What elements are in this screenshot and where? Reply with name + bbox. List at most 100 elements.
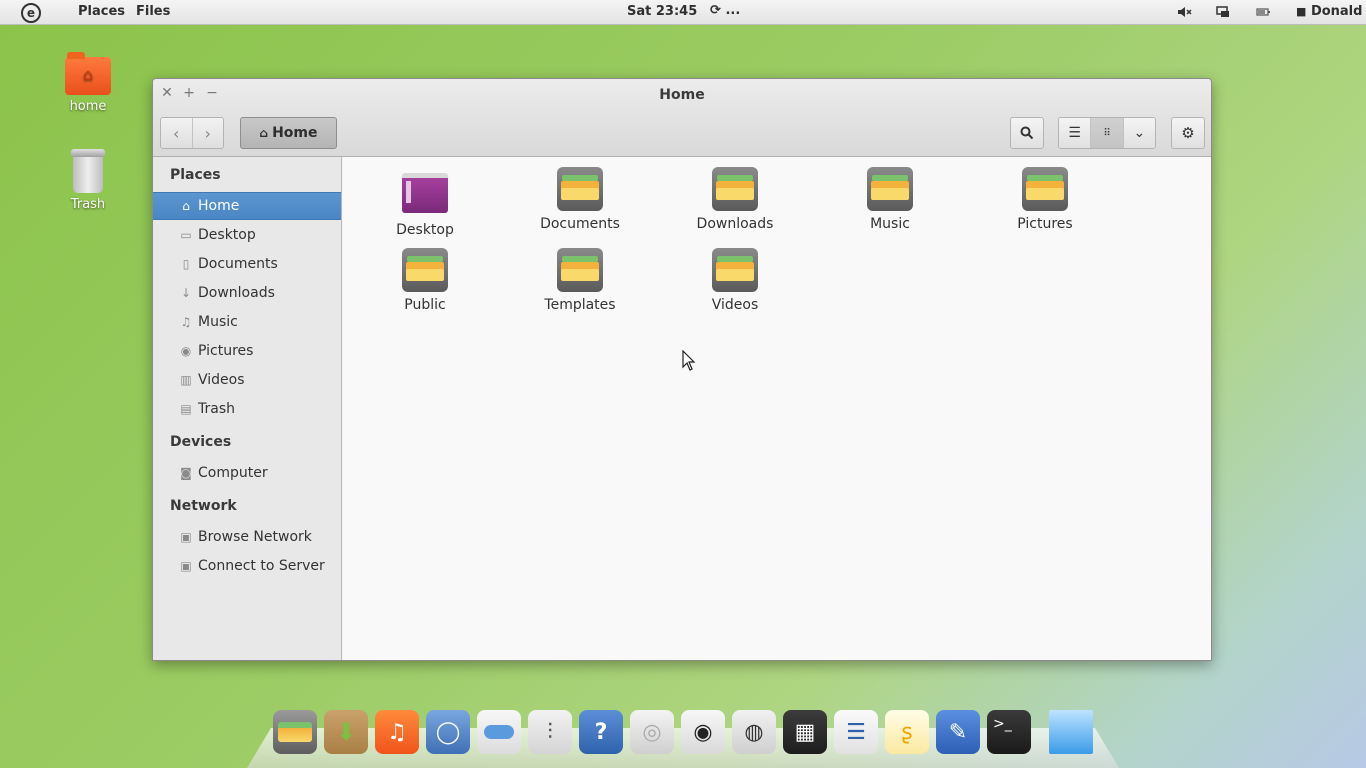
photos-app-icon[interactable]: ◍ xyxy=(732,710,776,754)
sidebar-item-label: Home xyxy=(198,198,240,214)
file-item-documents[interactable]: Documents xyxy=(515,167,645,232)
sidebar-header-network: Network xyxy=(170,498,237,514)
navigation-buttons: ‹ › xyxy=(160,117,224,149)
network-icon[interactable] xyxy=(1215,4,1231,20)
sidebar-header-places: Places xyxy=(170,167,221,183)
chevron-down-icon: ⌄ xyxy=(1133,125,1146,141)
film-icon: ▥ xyxy=(180,373,192,387)
help-icon[interactable]: ? xyxy=(579,710,623,754)
back-button[interactable]: ‹ xyxy=(161,118,193,148)
chevron-right-icon: › xyxy=(204,123,211,143)
music-app-icon[interactable]: ♫ xyxy=(375,710,419,754)
camera-app-icon[interactable]: ◉ xyxy=(681,710,725,754)
drive-icon: ◙ xyxy=(180,466,192,480)
battery-icon[interactable] xyxy=(1255,4,1271,20)
file-grid[interactable]: Desktop Documents Downloads Music Pictur… xyxy=(343,157,1211,660)
sidebar-item-music[interactable]: ♫ Music xyxy=(153,308,341,336)
sidebar-item-label: Connect to Server xyxy=(198,558,325,574)
search-button[interactable] xyxy=(1010,117,1044,149)
music-icon: ♫ xyxy=(180,315,192,329)
system-settings-icon[interactable]: ⫶ xyxy=(528,710,572,754)
video-app-icon[interactable]: ▦ xyxy=(783,710,827,754)
file-item-label: Music xyxy=(870,216,910,232)
path-label: Home xyxy=(272,125,318,141)
text-editor-icon[interactable]: ☰ xyxy=(834,710,878,754)
sidebar-item-trash[interactable]: ▤ Trash xyxy=(153,395,341,423)
file-item-label: Documents xyxy=(540,216,620,232)
user-menu[interactable]: ■ Donald xyxy=(1296,4,1362,19)
sidebar-item-label: Desktop xyxy=(198,227,256,243)
file-item-desktop[interactable]: Desktop xyxy=(360,173,490,238)
search-icon xyxy=(1020,126,1034,140)
list-view-button[interactable]: ☰ xyxy=(1059,118,1091,148)
view-options-button[interactable]: ⌄ xyxy=(1122,118,1155,148)
folder-icon xyxy=(1022,167,1068,211)
volume-muted-icon[interactable] xyxy=(1176,4,1192,20)
file-item-label: Videos xyxy=(711,297,759,313)
sidebar-item-pictures[interactable]: ◉ Pictures xyxy=(153,337,341,365)
sidebar-item-documents[interactable]: ▯ Documents xyxy=(153,250,341,278)
sidebar-item-videos[interactable]: ▥ Videos xyxy=(153,366,341,394)
sidebar-item-label: Downloads xyxy=(198,285,275,301)
sidebar-item-label: Videos xyxy=(198,372,245,388)
grid-view-button[interactable]: ⠿ xyxy=(1090,118,1123,148)
paint-app-icon[interactable]: ✎ xyxy=(936,710,980,754)
path-home-button[interactable]: ⌂ Home xyxy=(240,117,337,149)
workspace-switcher-icon[interactable] xyxy=(1049,710,1093,754)
desktop-item-label: Trash xyxy=(70,197,106,212)
browser-icon[interactable]: ◯ xyxy=(426,710,470,754)
file-item-public[interactable]: Public xyxy=(360,248,490,313)
home-icon: ⌂ xyxy=(182,199,190,213)
software-center-icon[interactable]: ⬇ xyxy=(324,710,368,754)
desktop-trash-item[interactable]: Trash xyxy=(53,149,123,212)
home-folder-icon: ⌂ xyxy=(65,52,111,95)
sidebar-item-home[interactable]: ⌂ Home xyxy=(153,192,341,220)
file-item-label: Downloads xyxy=(696,216,774,232)
disc-icon[interactable]: ◎ xyxy=(630,710,674,754)
desktop-icon: ▭ xyxy=(180,228,192,242)
desktop-folder-icon xyxy=(402,173,448,213)
sidebar: Places ⌂ Home ▭ Desktop ▯ Documents ↓ Downlo… xyxy=(153,157,342,660)
settings-button[interactable]: ⚙ xyxy=(1171,117,1205,149)
mouse-cursor-icon xyxy=(682,350,696,371)
trash-icon: ▤ xyxy=(180,402,192,416)
user-name: Donald xyxy=(1310,4,1363,19)
sidebar-item-computer[interactable]: ◙ Computer xyxy=(153,459,341,487)
refresh-icon: ⟳ xyxy=(710,3,721,18)
file-item-templates[interactable]: Templates xyxy=(515,248,645,313)
server-icon: ▣ xyxy=(180,559,192,573)
window-titlebar[interactable]: ✕ + − Home ‹ › ⌂ Home ☰ ⠿ ⌄ ⚙ xyxy=(153,79,1211,157)
sidebar-item-desktop[interactable]: ▭ Desktop xyxy=(153,221,341,249)
folder-icon xyxy=(712,167,758,211)
window-title: Home xyxy=(659,87,705,103)
forward-button[interactable]: › xyxy=(193,118,224,148)
user-icon: ■ xyxy=(1296,5,1307,18)
folder-icon xyxy=(867,167,913,211)
elementary-logo-icon[interactable]: e xyxy=(21,3,41,23)
sidebar-item-connect-to-server[interactable]: ▣ Connect to Server xyxy=(153,552,341,580)
sidebar-item-label: Trash xyxy=(198,401,235,417)
home-icon: ⌂ xyxy=(259,126,269,140)
files-menu[interactable]: Files xyxy=(136,4,170,19)
file-item-label: Desktop xyxy=(396,222,454,238)
file-item-pictures[interactable]: Pictures xyxy=(980,167,1110,232)
chevron-left-icon: ‹ xyxy=(173,123,180,143)
file-item-videos[interactable]: Videos xyxy=(670,248,800,313)
clock[interactable]: Sat 23:45 xyxy=(627,4,697,19)
terminal-icon[interactable]: >_ xyxy=(987,710,1031,754)
sidebar-item-label: Browse Network xyxy=(198,529,312,545)
files-app-icon[interactable] xyxy=(273,710,317,754)
notes-app-icon[interactable]: ʂ xyxy=(885,710,929,754)
sidebar-item-browse-network[interactable]: ▣ Browse Network xyxy=(153,523,341,551)
sidebar-item-label: Computer xyxy=(198,465,268,481)
sync-indicator[interactable]: ⟳ ... xyxy=(710,3,740,18)
dock: ⬇ ♫ ◯ ⫶ ? ◎ ◉ ◍ ▦ ☰ ʂ ✎ >_ xyxy=(247,706,1119,768)
file-item-downloads[interactable]: Downloads xyxy=(670,167,800,232)
sidebar-item-downloads[interactable]: ↓ Downloads xyxy=(153,279,341,307)
toggle-settings-icon[interactable] xyxy=(477,710,521,754)
places-menu[interactable]: Places xyxy=(78,4,125,19)
document-icon: ▯ xyxy=(182,257,190,271)
desktop-home-item[interactable]: ⌂ home xyxy=(53,52,123,114)
file-item-music[interactable]: Music xyxy=(825,167,955,232)
sync-text: ... xyxy=(725,3,741,18)
